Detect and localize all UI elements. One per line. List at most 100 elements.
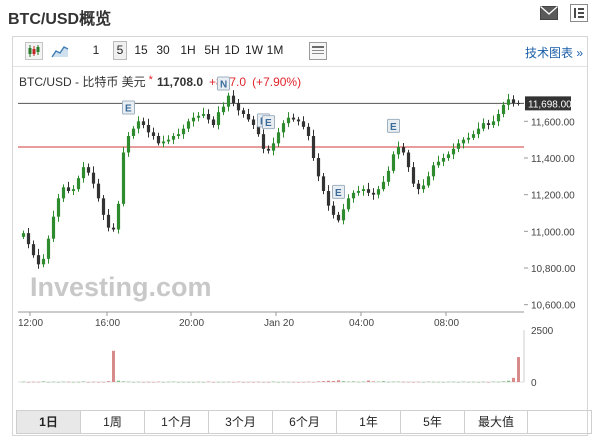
candle-body — [226, 95, 231, 107]
volume-bar — [312, 382, 315, 383]
range-button-7[interactable]: 最大值 — [465, 411, 528, 433]
volume-bar — [397, 381, 400, 383]
candle-body — [336, 214, 341, 221]
candle-body — [516, 103, 521, 104]
candle-body — [316, 158, 321, 177]
volume-bar — [477, 382, 480, 383]
volume-bar — [482, 381, 485, 383]
range-button-5[interactable]: 1年 — [337, 411, 401, 433]
volume-bar — [322, 381, 325, 382]
candle-body — [436, 161, 441, 166]
volume-bar — [457, 382, 460, 383]
volume-bar — [337, 380, 340, 382]
volume-bar — [427, 381, 430, 383]
candle-body — [61, 187, 66, 199]
price-chart[interactable]: Investing.com 11,600.00 11,400.00 11,200.00… — [0, 0, 597, 410]
y-tick-label: 11,200.00 — [531, 191, 575, 202]
x-tick-label: 12:00 — [18, 318, 43, 329]
volume-bar — [62, 381, 65, 383]
candle-body — [321, 176, 326, 191]
volume-bar — [212, 382, 215, 383]
volume-bar — [432, 381, 435, 383]
candle-body — [31, 244, 36, 256]
volume-bar — [142, 382, 145, 383]
candle-body — [381, 181, 386, 190]
volume-bar — [97, 382, 100, 383]
range-button-0[interactable]: 1日 — [17, 411, 81, 433]
candle-body — [266, 148, 271, 151]
volume-bar — [367, 380, 370, 382]
volume-bar — [67, 381, 70, 383]
candle-body — [496, 114, 501, 122]
candle-body — [81, 167, 86, 179]
volume-bar — [297, 382, 300, 383]
candle-body — [116, 203, 121, 230]
volume-bar — [472, 381, 475, 383]
candle-body — [291, 117, 296, 120]
volume-bar — [202, 382, 205, 383]
volume-bar — [332, 380, 335, 382]
candle-body — [426, 176, 431, 186]
candle-body — [271, 143, 276, 151]
range-button-1[interactable]: 1周 — [81, 411, 145, 433]
candle-body — [481, 123, 486, 129]
volume-bar — [292, 381, 295, 383]
range-button-2[interactable]: 1个月 — [145, 411, 209, 433]
candle-body — [66, 187, 71, 191]
candle-body — [251, 119, 256, 125]
volume-bar — [102, 381, 105, 383]
candle-body — [106, 214, 111, 228]
range-button-6[interactable]: 5年 — [401, 411, 465, 433]
volume-bar — [137, 381, 140, 383]
candle-body — [96, 183, 101, 199]
candle-body — [216, 112, 221, 125]
volume-bar — [57, 382, 60, 383]
event-marker-label: E — [125, 104, 132, 115]
range-button-4[interactable]: 6个月 — [273, 411, 337, 433]
candle-body — [456, 143, 461, 149]
candle-body — [386, 170, 391, 182]
candle-body — [36, 255, 41, 265]
volume-bar — [82, 381, 85, 382]
candle-body — [491, 121, 496, 125]
candle-body — [261, 134, 266, 149]
candle-body — [56, 198, 61, 217]
volume-bar — [272, 381, 275, 383]
candle-body — [176, 134, 181, 136]
volume-bar — [357, 381, 360, 383]
volume-bar — [122, 381, 125, 382]
candle-body — [341, 209, 346, 221]
candle-body — [301, 121, 306, 127]
volume-bar — [117, 380, 120, 382]
candle-body — [236, 103, 241, 111]
candle-body — [461, 139, 466, 144]
candle-body — [431, 165, 436, 177]
volume-bar — [462, 381, 465, 383]
candle-body — [211, 119, 216, 125]
volume-bar — [182, 381, 185, 383]
candle-body — [231, 95, 236, 103]
volume-bar — [177, 382, 180, 383]
candle-body — [131, 128, 136, 136]
x-tick-label: 04:00 — [349, 318, 374, 329]
candle-body — [111, 227, 116, 230]
event-marker-label: E — [335, 188, 342, 199]
volume-bar — [192, 382, 195, 383]
candle-body — [221, 106, 226, 113]
candle-body — [466, 137, 471, 140]
volume-bar — [417, 381, 420, 383]
volume-bar — [507, 380, 510, 382]
volume-bar — [387, 381, 390, 383]
range-button-3[interactable]: 3个月 — [209, 411, 273, 433]
candle-body — [371, 192, 376, 195]
volume-bar — [232, 382, 235, 383]
candle-body — [326, 191, 331, 206]
volume-bar — [287, 382, 290, 383]
volume-bar — [377, 381, 380, 383]
volume-bar — [22, 381, 25, 383]
volume-bar — [247, 381, 250, 383]
candle-body — [351, 192, 356, 199]
volume-bar — [197, 381, 200, 383]
volume-bar — [307, 381, 310, 383]
candle-body — [151, 132, 156, 136]
